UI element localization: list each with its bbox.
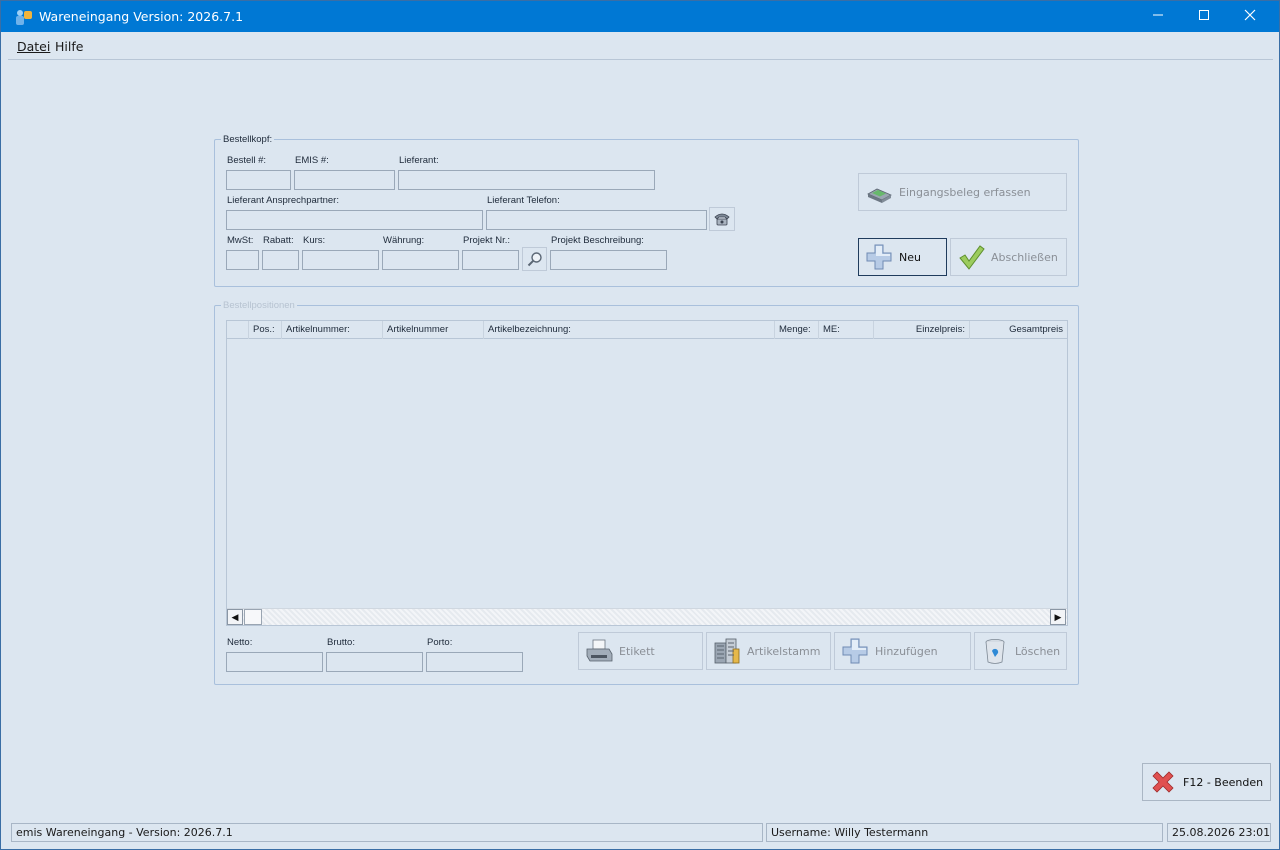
col-header-artikelbezeichnung[interactable]: Artikelbezeichnung:	[484, 321, 775, 339]
porto-input[interactable]	[426, 652, 523, 672]
close-button[interactable]	[1227, 1, 1273, 32]
rabatt-input[interactable]	[262, 250, 299, 270]
app-icon	[16, 10, 32, 25]
neu-label: Neu	[899, 250, 921, 264]
scroll-thumb[interactable]	[244, 609, 262, 625]
artikelstamm-label: Artikelstamm	[747, 644, 821, 658]
label-porto: Porto:	[427, 637, 453, 648]
label-ansprechpartner: Lieferant Ansprechpartner:	[227, 195, 339, 206]
checkmark-icon	[959, 245, 985, 270]
label-projekt-nr: Projekt Nr.:	[463, 235, 510, 246]
trash-icon	[985, 639, 1005, 664]
label-kurs: Kurs:	[303, 235, 326, 246]
etikett-button[interactable]: Etikett	[578, 632, 703, 670]
projekt-beschreibung-input[interactable]	[550, 250, 667, 270]
beenden-button[interactable]: F12 - Beenden	[1142, 763, 1271, 801]
bestell-nr-input[interactable]	[226, 170, 291, 190]
loeschen-button[interactable]: Löschen	[974, 632, 1067, 670]
minimize-icon	[1153, 14, 1163, 16]
projekt-search-button[interactable]	[522, 247, 547, 271]
kurs-input[interactable]	[302, 250, 379, 270]
col-header-artikelnummer-2[interactable]: Artikelnummer	[383, 321, 484, 339]
building-icon	[714, 638, 740, 664]
status-app-version: emis Wareneingang - Version: 2026.7.1	[11, 823, 763, 842]
lieferant-input[interactable]	[398, 170, 655, 190]
label-lieferant: Lieferant:	[399, 155, 439, 166]
minimize-button[interactable]	[1135, 1, 1181, 32]
hinzufuegen-label: Hinzufügen	[875, 644, 938, 658]
menu-datei[interactable]: Datei	[17, 39, 50, 54]
menu-bar: Datei Hilfe	[8, 32, 1273, 60]
label-projekt-beschreibung: Projekt Beschreibung:	[551, 235, 644, 246]
label-brutto: Brutto:	[327, 637, 355, 648]
search-icon	[527, 252, 542, 267]
positions-table[interactable]: Pos.: Artikelnummer: Artikelnummer Artik…	[226, 320, 1068, 626]
window-title: Wareneingang Version: 2026.7.1	[39, 9, 244, 24]
col-header-gesamtpreis[interactable]: Gesamtpreis	[970, 321, 1067, 339]
ansprechpartner-input[interactable]	[226, 210, 483, 230]
telefon-input[interactable]	[486, 210, 707, 230]
status-bar: emis Wareneingang - Version: 2026.7.1 Us…	[8, 822, 1273, 844]
bestellpositionen-legend: Bestellpositionen	[223, 300, 295, 311]
beenden-label: F12 - Beenden	[1183, 775, 1264, 789]
mwst-input[interactable]	[226, 250, 259, 270]
abschliessen-label: Abschließen	[991, 250, 1058, 264]
projekt-nr-input[interactable]	[462, 250, 519, 270]
col-header-menge[interactable]: Menge:	[775, 321, 819, 339]
scroll-right-button[interactable]: ▶	[1050, 609, 1066, 625]
eingangsbeleg-label: Eingangsbeleg erfassen	[899, 185, 1031, 199]
neu-button[interactable]: Neu	[858, 238, 947, 276]
maximize-button[interactable]	[1181, 1, 1227, 32]
waehrung-input[interactable]	[382, 250, 459, 270]
brutto-input[interactable]	[326, 652, 423, 672]
abschliessen-button[interactable]: Abschließen	[950, 238, 1067, 276]
plus-icon	[866, 244, 892, 270]
col-header-artikelnummer[interactable]: Artikelnummer:	[282, 321, 383, 339]
col-header-me[interactable]: ME:	[819, 321, 874, 339]
etikett-label: Etikett	[619, 644, 655, 658]
loeschen-label: Löschen	[1015, 644, 1061, 658]
close-icon	[1244, 9, 1256, 21]
hinzufuegen-button[interactable]: Hinzufügen	[834, 632, 971, 670]
col-header-einzelpreis[interactable]: Einzelpreis:	[874, 321, 970, 339]
label-emis-nr: EMIS #:	[295, 155, 329, 166]
status-username: Username: Willy Testermann	[766, 823, 1163, 842]
horizontal-scrollbar[interactable]: ◀ ▶	[227, 608, 1067, 625]
main-window: Wareneingang Version: 2026.7.1 Datei Hil…	[0, 0, 1280, 850]
phone-button[interactable]	[709, 207, 735, 231]
status-datetime: 25.08.2026 23:01	[1167, 823, 1271, 842]
eingangsbeleg-button[interactable]: Eingangsbeleg erfassen	[858, 173, 1067, 211]
col-header-selector[interactable]	[227, 321, 249, 339]
artikelstamm-button[interactable]: Artikelstamm	[706, 632, 831, 670]
label-waehrung: Währung:	[383, 235, 425, 246]
label-bestell-nr: Bestell #:	[227, 155, 267, 166]
table-header: Pos.: Artikelnummer: Artikelnummer Artik…	[227, 321, 1067, 339]
bestellkopf-legend: Bestellkopf:	[223, 134, 273, 145]
menu-hilfe[interactable]: Hilfe	[55, 39, 83, 54]
label-telefon: Lieferant Telefon:	[487, 195, 560, 206]
maximize-icon	[1199, 10, 1209, 20]
label-rabatt: Rabatt:	[263, 235, 294, 246]
netto-input[interactable]	[226, 652, 323, 672]
col-header-pos[interactable]: Pos.:	[249, 321, 282, 339]
title-bar[interactable]: Wareneingang Version: 2026.7.1	[1, 1, 1279, 32]
label-netto: Netto:	[227, 637, 253, 648]
scroll-left-button[interactable]: ◀	[227, 609, 243, 625]
emis-nr-input[interactable]	[294, 170, 395, 190]
label-mwst: MwSt:	[227, 235, 254, 246]
printer-icon	[586, 639, 613, 662]
phone-icon	[714, 213, 730, 226]
plus-icon	[842, 638, 868, 664]
close-x-icon	[1152, 771, 1174, 793]
scanner-icon	[867, 188, 892, 203]
